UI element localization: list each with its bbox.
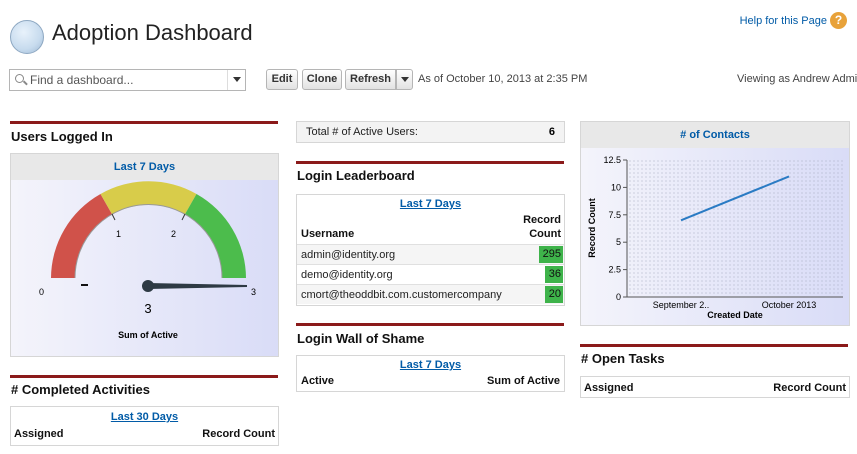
row-count-bar: 36	[545, 266, 563, 283]
col-header-count[interactable]: Count	[529, 228, 561, 240]
chart-grid	[627, 160, 843, 297]
login-leaderboard-title: Login Leaderboard	[297, 168, 415, 183]
users-logged-in-title: Users Logged In	[11, 129, 113, 144]
gauge-tick	[181, 213, 186, 221]
col-header-record-count[interactable]: Record Count	[773, 382, 846, 394]
row-count-bar: 295	[539, 246, 563, 263]
total-active-value: 6	[548, 126, 555, 138]
gauge-band-low	[51, 194, 113, 278]
table-row[interactable]: admin@identity.org 295	[297, 244, 564, 264]
dashboard-search[interactable]	[9, 69, 246, 91]
col-header-record[interactable]: Record	[523, 214, 561, 226]
gauge-max-label: 3	[251, 287, 256, 297]
gauge-caption: Sum of Active	[118, 330, 178, 340]
help-icon[interactable]: ?	[830, 12, 847, 29]
open-tasks-panel: Assigned Record Count	[580, 376, 850, 398]
gauge-min-label: 0	[39, 287, 44, 297]
col-header-active[interactable]: Active	[301, 375, 334, 387]
total-active-label: Total # of Active Users:	[306, 126, 418, 138]
chevron-down-icon[interactable]	[227, 70, 245, 90]
section-divider	[296, 161, 564, 164]
period-header[interactable]: Last 7 Days	[11, 154, 278, 180]
col-header-record-count[interactable]: Record Count	[202, 428, 275, 440]
section-divider	[10, 121, 278, 124]
viewing-as-label: Viewing as Andrew Admin	[737, 73, 857, 85]
completed-activities-title: # Completed Activities	[11, 382, 150, 397]
gauge-tick	[111, 213, 116, 221]
edit-button[interactable]: Edit	[266, 69, 298, 90]
period-link[interactable]: Last 30 Days	[111, 411, 178, 423]
login-wall-of-shame-panel: Last 7 Days Active Sum of Active	[296, 355, 565, 392]
period-link[interactable]: Last 7 Days	[400, 198, 461, 210]
contacts-chart-panel: # of Contacts 0 2.5 5 7.5 10 12.5 September 2…	[580, 121, 850, 326]
refresh-button[interactable]: Refresh	[345, 69, 396, 90]
users-logged-in-panel: Last 7 Days 0 3 1 2 3 Sum of Active	[10, 153, 279, 357]
completed-activities-panel: Last 30 Days Assigned Record Count	[10, 406, 279, 446]
y-tick-label: 2.5	[608, 265, 621, 275]
y-tick-label: 5	[616, 237, 621, 247]
row-count-bar: 20	[545, 286, 563, 303]
table-row[interactable]: demo@identity.org 36	[297, 264, 564, 284]
chart-title[interactable]: # of Contacts	[581, 122, 849, 148]
period-link[interactable]: Last 7 Days	[400, 359, 461, 371]
login-wall-of-shame-title: Login Wall of Shame	[297, 331, 425, 346]
open-tasks-title: # Open Tasks	[581, 351, 665, 366]
chart-area: 0 2.5 5 7.5 10 12.5 September 2.. October 2013…	[581, 148, 849, 325]
y-axis-label: Record Count	[587, 198, 597, 258]
section-divider	[10, 375, 278, 378]
help-link[interactable]: Help for this Page	[740, 15, 827, 27]
gauge-chart: 0 3 1 2 3 Sum of Active	[39, 181, 256, 340]
caret-down-icon	[401, 77, 409, 82]
as-of-timestamp: As of October 10, 2013 at 2:35 PM	[418, 73, 588, 85]
gauge-pivot	[142, 280, 154, 292]
x-tick-label: October 2013	[762, 300, 817, 310]
y-tick-label: 10	[611, 182, 621, 192]
x-axis-label: Created Date	[707, 310, 763, 320]
dashboard-logo-icon	[10, 20, 44, 54]
login-leaderboard-panel: Last 7 Days Username Record Count admin@…	[296, 194, 565, 306]
gauge-tick-label: 1	[116, 229, 121, 239]
col-header-username[interactable]: Username	[301, 228, 354, 240]
gauge-area: 0 3 1 2 3 Sum of Active	[11, 180, 278, 356]
y-tick-label: 12.5	[603, 155, 621, 165]
search-icon	[15, 74, 24, 83]
total-active-users-panel: Total # of Active Users: 6	[296, 121, 565, 143]
row-username: cmort@theoddbit.com.customercompany	[301, 289, 502, 301]
gauge-needle	[148, 283, 247, 289]
gauge-band-high	[184, 194, 246, 278]
col-header-sum-of-active[interactable]: Sum of Active	[487, 375, 560, 387]
gauge-tick-label: 2	[171, 229, 176, 239]
refresh-dropdown-button[interactable]	[396, 69, 413, 90]
gauge-value: 3	[144, 301, 151, 316]
table-row[interactable]: cmort@theoddbit.com.customercompany 20	[297, 284, 564, 304]
section-divider	[580, 344, 848, 347]
clone-button[interactable]: Clone	[302, 69, 342, 90]
section-divider	[296, 323, 564, 326]
col-header-assigned[interactable]: Assigned	[584, 382, 634, 394]
col-header-assigned[interactable]: Assigned	[14, 428, 64, 440]
contacts-line-chart: 0 2.5 5 7.5 10 12.5 September 2.. October 2013…	[587, 155, 843, 320]
y-tick-label: 0	[616, 292, 621, 302]
x-tick-label: September 2..	[653, 300, 710, 310]
page-title: Adoption Dashboard	[52, 20, 253, 45]
y-tick-label: 7.5	[608, 210, 621, 220]
y-axis-ticks: 0 2.5 5 7.5 10 12.5	[603, 155, 627, 302]
x-axis-ticks: September 2.. October 2013	[653, 300, 817, 310]
row-username: demo@identity.org	[301, 269, 393, 281]
gauge-band-mid	[100, 181, 197, 215]
row-username: admin@identity.org	[301, 249, 396, 261]
search-input[interactable]	[30, 70, 225, 90]
